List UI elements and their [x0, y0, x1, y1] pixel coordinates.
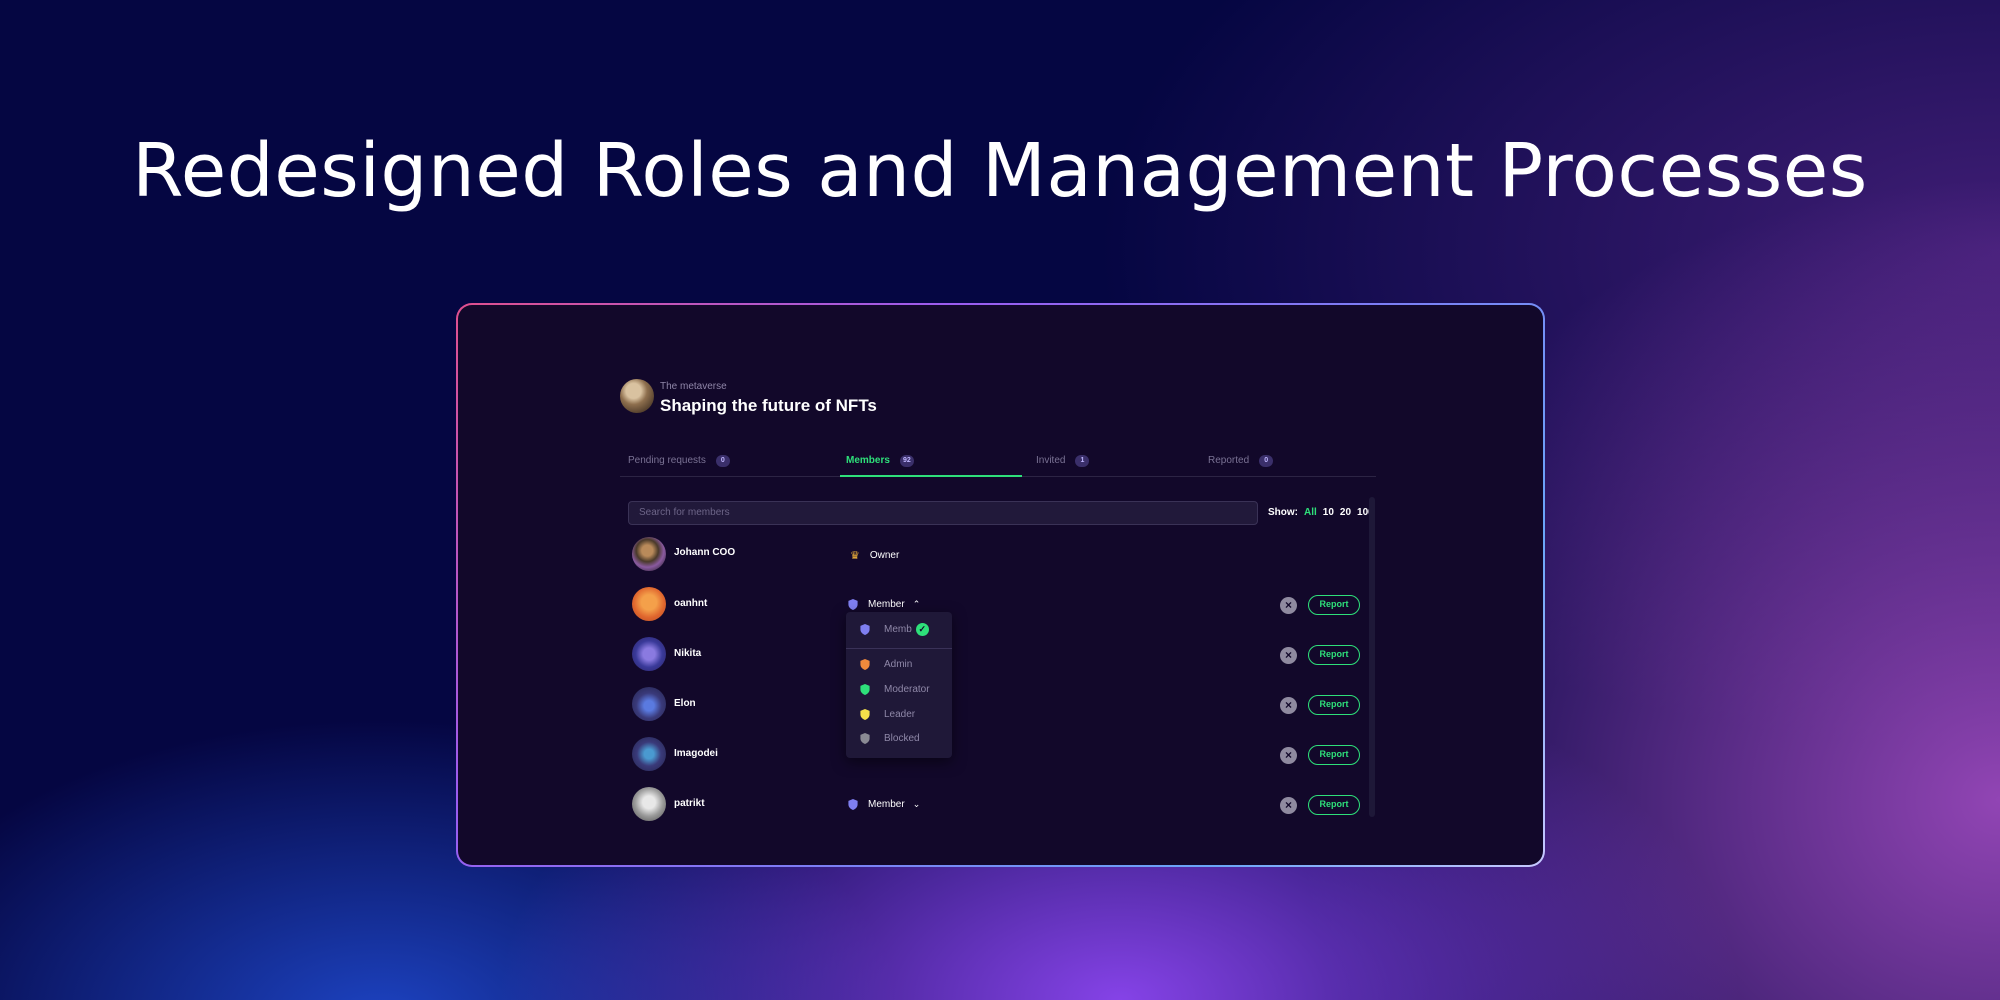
- role-option-member[interactable]: Memb ✓: [860, 623, 929, 636]
- role-option-label: Leader: [884, 709, 916, 720]
- show-option-all[interactable]: All: [1304, 507, 1317, 518]
- role-option-leader[interactable]: Leader: [860, 709, 915, 720]
- member-row: oanhnt Member ⌃ × Report: [632, 587, 1368, 623]
- members-panel: The metaverse Shaping the future of NFTs…: [620, 379, 1376, 859]
- member-role: ♛ Owner: [850, 549, 899, 562]
- member-row: Johann COO ♛ Owner: [632, 537, 1368, 573]
- group-avatar: [620, 379, 654, 413]
- role-option-label: Blocked: [884, 733, 920, 744]
- member-name: oanhnt: [674, 598, 708, 609]
- tab-members[interactable]: Members 92: [846, 455, 914, 477]
- page-size-selector: Show: All 10 20 100: [1268, 507, 1374, 518]
- report-button[interactable]: Report: [1308, 695, 1360, 715]
- page-headline: Redesigned Roles and Management Processe…: [132, 128, 1868, 214]
- member-row: Elon × Report: [632, 687, 1368, 723]
- tab-label: Invited: [1036, 455, 1066, 466]
- screenshot-frame: The metaverse Shaping the future of NFTs…: [456, 303, 1545, 867]
- role-option-blocked[interactable]: Blocked: [860, 733, 920, 744]
- show-label: Show:: [1268, 507, 1298, 518]
- remove-member-button[interactable]: ×: [1280, 647, 1297, 664]
- role-label: Member: [868, 799, 905, 810]
- show-option-20[interactable]: 20: [1340, 507, 1351, 518]
- member-name: Imagodei: [674, 748, 718, 759]
- tab-label: Members: [846, 455, 890, 466]
- member-avatar: [632, 787, 666, 821]
- list-scrollbar[interactable]: [1369, 497, 1375, 817]
- remove-member-button[interactable]: ×: [1280, 597, 1297, 614]
- member-avatar: [632, 687, 666, 721]
- tab-count-badge: 0: [1259, 455, 1274, 467]
- role-select[interactable]: Member ⌄: [848, 799, 920, 810]
- member-name: patrikt: [674, 798, 705, 809]
- remove-member-button[interactable]: ×: [1280, 747, 1297, 764]
- shield-icon: [860, 709, 870, 720]
- member-row: patrikt Member ⌄ × Report: [632, 787, 1368, 823]
- tab-count-badge: 1: [1075, 455, 1090, 467]
- tab-count-badge: 0: [715, 455, 730, 467]
- tab-invited[interactable]: Invited 1: [1036, 455, 1090, 477]
- tab-label: Pending requests: [628, 455, 706, 466]
- dropdown-divider: [846, 648, 952, 649]
- group-subtitle: The metaverse: [660, 381, 727, 392]
- shield-icon: [848, 799, 858, 810]
- role-option-admin[interactable]: Admin: [860, 659, 912, 670]
- tab-label: Reported: [1208, 455, 1250, 466]
- role-option-label: Moderator: [884, 684, 930, 695]
- report-button[interactable]: Report: [1308, 645, 1360, 665]
- shield-icon: [860, 624, 870, 635]
- shield-icon: [860, 733, 870, 744]
- member-name: Elon: [674, 698, 696, 709]
- checkmark-icon: ✓: [915, 623, 929, 636]
- member-row: Nikita × Report: [632, 637, 1368, 673]
- role-label: Owner: [869, 550, 900, 561]
- member-avatar: [632, 587, 666, 621]
- role-label: Member: [868, 599, 905, 610]
- remove-member-button[interactable]: ×: [1280, 797, 1297, 814]
- tab-reported[interactable]: Reported 0: [1208, 455, 1274, 477]
- tab-count-badge: 92: [899, 455, 914, 467]
- member-name: Johann COO: [674, 547, 736, 558]
- app-screen: The metaverse Shaping the future of NFTs…: [458, 305, 1543, 865]
- show-option-10[interactable]: 10: [1323, 507, 1334, 518]
- role-dropdown-menu: Memb ✓ Admin Moderator Leader Blocked: [846, 612, 952, 758]
- member-name: Nikita: [674, 648, 702, 659]
- remove-member-button[interactable]: ×: [1280, 697, 1297, 714]
- role-option-label: Admin: [884, 659, 913, 670]
- tab-bar: Pending requests 0 Members 92 Invited 1 …: [620, 445, 1376, 477]
- member-avatar: [632, 637, 666, 671]
- role-option-moderator[interactable]: Moderator: [860, 684, 930, 695]
- member-row: Imagodei × Report: [632, 737, 1368, 773]
- member-search-input[interactable]: Search for members: [628, 501, 1258, 525]
- shield-icon: [860, 684, 870, 695]
- active-tab-indicator: [840, 475, 1022, 477]
- group-title: Shaping the future of NFTs: [660, 396, 877, 415]
- chevron-down-icon: ⌄: [912, 799, 921, 809]
- report-button[interactable]: Report: [1308, 795, 1360, 815]
- role-option-label: Memb: [884, 624, 912, 635]
- shield-icon: [848, 599, 858, 610]
- tab-pending-requests[interactable]: Pending requests 0: [628, 455, 730, 477]
- member-avatar: [632, 537, 666, 571]
- shield-icon: [860, 659, 870, 670]
- crown-icon: ♛: [850, 550, 860, 562]
- report-button[interactable]: Report: [1308, 745, 1360, 765]
- role-select[interactable]: Member ⌃: [848, 599, 920, 610]
- report-button[interactable]: Report: [1308, 595, 1360, 615]
- chevron-up-icon: ⌃: [912, 599, 921, 609]
- member-avatar: [632, 737, 666, 771]
